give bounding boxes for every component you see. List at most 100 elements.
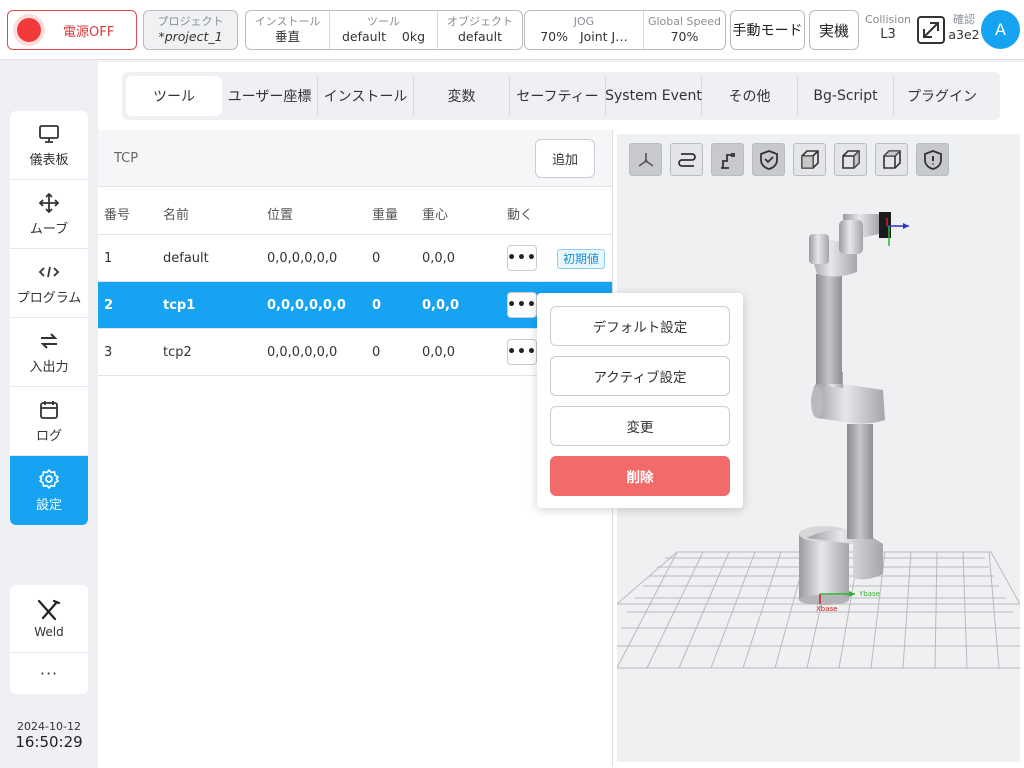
install-cell[interactable]: インストール 垂直 [246,11,330,49]
row-menu-button[interactable]: ••• [507,292,537,318]
row-menu-button[interactable]: ••• [507,245,537,271]
sidebar-item-log[interactable]: ログ [10,387,88,456]
object-value: default [458,29,502,44]
more-button[interactable]: ··· [10,653,88,693]
set-default-button[interactable]: デフォルト設定 [550,306,730,346]
cell-name: tcp1 [163,298,196,313]
set-active-button[interactable]: アクティブ設定 [550,356,730,396]
panel-title: TCP [114,151,139,166]
confirm-value: a3e2 [948,27,980,42]
sidebar-item-label: 入出力 [29,359,69,375]
weld-icon [35,598,63,625]
speed-cell[interactable]: Global Speed 70% [644,11,725,49]
sidebar-item-io[interactable]: 入出力 [10,318,88,387]
sidebar-item-move[interactable]: ムーブ [10,180,88,249]
cell-no: 1 [104,251,113,266]
cell-weight: 0 [372,345,381,360]
expand-icon[interactable] [916,15,946,45]
jog-cell[interactable]: JOG 70% Joint J… [525,11,644,49]
tcp-panel: TCP 追加 番号 名前 位置 重量 重心 動く 1 default 0,0,0… [98,130,612,766]
cell-position: 0,0,0,0,0,0 [267,251,338,266]
weld-label: Weld [34,625,64,639]
column-header-no: 番号 [104,208,131,223]
sidebar-item-dashboard[interactable]: 儀表板 [10,111,88,180]
row-menu-button[interactable]: ••• [507,339,537,365]
tab-system-event[interactable]: System Event [605,76,702,116]
cell-weight: 0 [372,298,382,313]
row-context-menu: デフォルト設定 アクティブ設定 変更 削除 [537,293,743,508]
tab-variables[interactable]: 変数 [414,76,510,116]
column-header-weight: 重量 [372,208,399,223]
plugin-nav: Weld ··· [10,585,88,694]
object-caption: オブジェクト [447,15,513,28]
sidebar-item-label: 設定 [35,498,62,513]
gear-icon [38,468,60,490]
install-caption: インストール [254,15,321,28]
manual-mode-button[interactable]: 手動モード [730,10,805,50]
real-robot-button[interactable]: 実機 [809,10,859,50]
object-cell[interactable]: オブジェクト default [438,11,522,49]
tab-plugin[interactable]: プラグイン [894,76,990,116]
calendar-icon [38,399,60,421]
jog-mode: Joint J… [579,29,628,44]
table-row[interactable]: 3 tcp2 0,0,0,0,0,0 0 0,0,0 ••• [98,329,612,376]
column-header-position: 位置 [267,208,294,223]
edit-button[interactable]: 変更 [550,406,730,446]
tool-cell[interactable]: ツール default 0kg [330,11,438,49]
power-label: 電源OFF [63,24,115,40]
installation-info[interactable]: インストール 垂直 ツール default 0kg オブジェクト default [245,10,523,50]
user-avatar[interactable]: A [981,10,1020,49]
tab-bg-script[interactable]: Bg-Script [798,76,894,116]
sidebar-nav: 儀表板 ムーブ プログラム 入出力 ログ 設定 [10,111,88,525]
cell-name: default [163,251,209,266]
tool-name: default [341,29,386,44]
current-date: 2024-10-12 [17,720,81,733]
sidebar-item-settings[interactable]: 設定 [10,456,88,525]
axis-y-label: Ybase [858,590,880,598]
jog-info[interactable]: JOG 70% Joint J… Global Speed 70% [524,10,726,50]
jog-caption: JOG [573,15,595,28]
cell-cog: 0,0,0 [422,251,456,266]
tab-safety[interactable]: セーフティー [510,76,606,116]
project-selector[interactable]: プロジェクト *project_1 [143,10,238,50]
cell-weight: 0 [372,251,381,266]
column-header-move: 動く [507,208,534,223]
tool-value: default 0kg [330,29,437,45]
code-icon [38,261,60,283]
tab-other[interactable]: その他 [702,76,798,116]
column-header-cog: 重心 [422,208,449,223]
jog-value: 70% Joint J… [525,29,643,45]
weld-button[interactable]: Weld [10,585,88,653]
power-button[interactable]: 電源OFF [7,10,137,50]
collision-value: L3 [880,27,896,42]
default-badge: 初期値 [557,249,606,269]
power-indicator-icon [17,18,41,42]
confirm-info[interactable]: 確認 a3e2 [947,13,981,43]
axis-x-label: Xbase [816,605,837,613]
tab-tool[interactable]: ツール [126,76,222,116]
sidebar-item-label: ムーブ [29,221,69,237]
tab-installation[interactable]: インストール [318,76,414,116]
monitor-icon [38,123,60,145]
sidebar-item-program[interactable]: プログラム [10,249,88,318]
tool-caption: ツール [367,15,400,28]
cell-position: 0,0,0,0,0,0 [267,345,338,360]
cell-cog: 0,0,0 [422,298,460,313]
column-header-name: 名前 [163,208,190,223]
delete-button[interactable]: 削除 [550,456,730,496]
project-caption: プロジェクト [157,15,224,28]
cell-cog: 0,0,0 [422,345,456,360]
table-row[interactable]: 2 tcp1 0,0,0,0,0,0 0 0,0,0 ••• [98,282,612,329]
cell-name: tcp2 [163,345,192,360]
tcp-panel-header: TCP 追加 [98,130,612,187]
add-button[interactable]: 追加 [535,139,595,178]
io-icon [38,330,60,352]
collision-level[interactable]: Collision L3 [864,13,912,43]
table-row[interactable]: 1 default 0,0,0,0,0,0 0 0,0,0 ••• 初期値 [98,235,612,282]
settings-tabs: ツール ユーザー座標 インストール 変数 セーフティー System Event… [122,72,1000,120]
tool-weight: 0kg [401,29,426,44]
sidebar-item-label: 儀表板 [29,152,69,168]
top-bar: 電源OFF プロジェクト *project_1 インストール 垂直 ツール de… [0,0,1024,60]
tab-user-frame[interactable]: ユーザー座標 [222,76,318,116]
sidebar-item-label: ログ [35,428,62,444]
